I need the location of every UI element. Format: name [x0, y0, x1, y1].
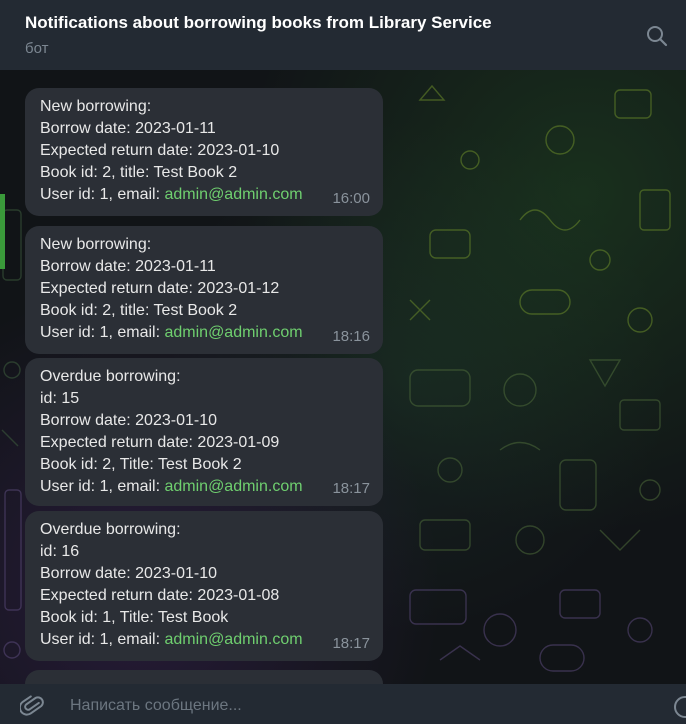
message-line: Expected return date: 2023-01-10 — [40, 142, 280, 159]
message-line: Borrow date: 2023-01-11 — [40, 258, 216, 275]
message-line: id: 15 — [40, 390, 80, 407]
message-time: 18:17 — [332, 635, 370, 652]
composer-bar — [0, 684, 686, 724]
message-line: User id: 1, email: admin@admin.com — [40, 322, 371, 344]
user-prefix: User id: 1, email: — [40, 186, 165, 203]
left-accent-bar — [0, 194, 5, 269]
chat-title: Notifications about borrowing books from… — [25, 13, 492, 32]
email-link[interactable]: admin@admin.com — [164, 186, 302, 203]
message-input[interactable] — [70, 694, 630, 718]
user-prefix: User id: 1, email: — [40, 631, 165, 648]
emoji-icon[interactable] — [672, 694, 686, 720]
email-link[interactable]: admin@admin.com — [164, 478, 302, 495]
message-line: Book id: 2, title: Test Book 2 — [40, 302, 238, 319]
search-icon[interactable] — [646, 25, 668, 47]
message-line: Borrow date: 2023-01-11 — [40, 120, 216, 137]
message-line: Book id: 1, Title: Test Book — [40, 609, 229, 626]
message-line: Borrow date: 2023-01-10 — [40, 412, 217, 429]
message-bubble: Overdue borrowing: id: 15 Borrow date: 2… — [25, 358, 383, 506]
message-line: New borrowing: — [40, 98, 152, 115]
email-link[interactable]: admin@admin.com — [164, 324, 302, 341]
chat-subtitle: бот — [25, 40, 49, 57]
message-line: id: 16 — [40, 543, 80, 560]
message-line: Expected return date: 2023-01-09 — [40, 434, 280, 451]
message-line: Expected return date: 2023-01-08 — [40, 587, 280, 604]
message-line: User id: 1, email: admin@admin.com — [40, 476, 371, 498]
message-bubble: New borrowing: Borrow date: 2023-01-11 E… — [25, 226, 383, 354]
chat-header: Notifications about borrowing books from… — [0, 0, 686, 70]
message-line: Overdue borrowing: — [40, 521, 181, 538]
email-link[interactable]: admin@admin.com — [164, 631, 302, 648]
message-line: New borrowing: — [40, 236, 152, 253]
chat-window: Notifications about borrowing books from… — [0, 0, 686, 724]
message-bubble: New borrowing: Borrow date: 2023-01-11 E… — [25, 88, 383, 216]
message-bubble: Overdue borrowing: id: 16 Borrow date: 2… — [25, 511, 383, 661]
message-line: Expected return date: 2023-01-12 — [40, 280, 280, 297]
message-line: User id: 1, email: admin@admin.com — [40, 184, 371, 206]
message-time: 18:16 — [332, 328, 370, 345]
message-line: Book id: 2, Title: Test Book 2 — [40, 456, 242, 473]
message-time: 18:17 — [332, 480, 370, 497]
message-line: Borrow date: 2023-01-10 — [40, 565, 217, 582]
user-prefix: User id: 1, email: — [40, 478, 165, 495]
message-line: Overdue borrowing: — [40, 368, 181, 385]
user-prefix: User id: 1, email: — [40, 324, 165, 341]
message-line: Book id: 2, title: Test Book 2 — [40, 164, 238, 181]
paperclip-icon[interactable] — [18, 694, 46, 720]
message-line: User id: 1, email: admin@admin.com — [40, 629, 371, 651]
message-time: 16:00 — [332, 190, 370, 207]
